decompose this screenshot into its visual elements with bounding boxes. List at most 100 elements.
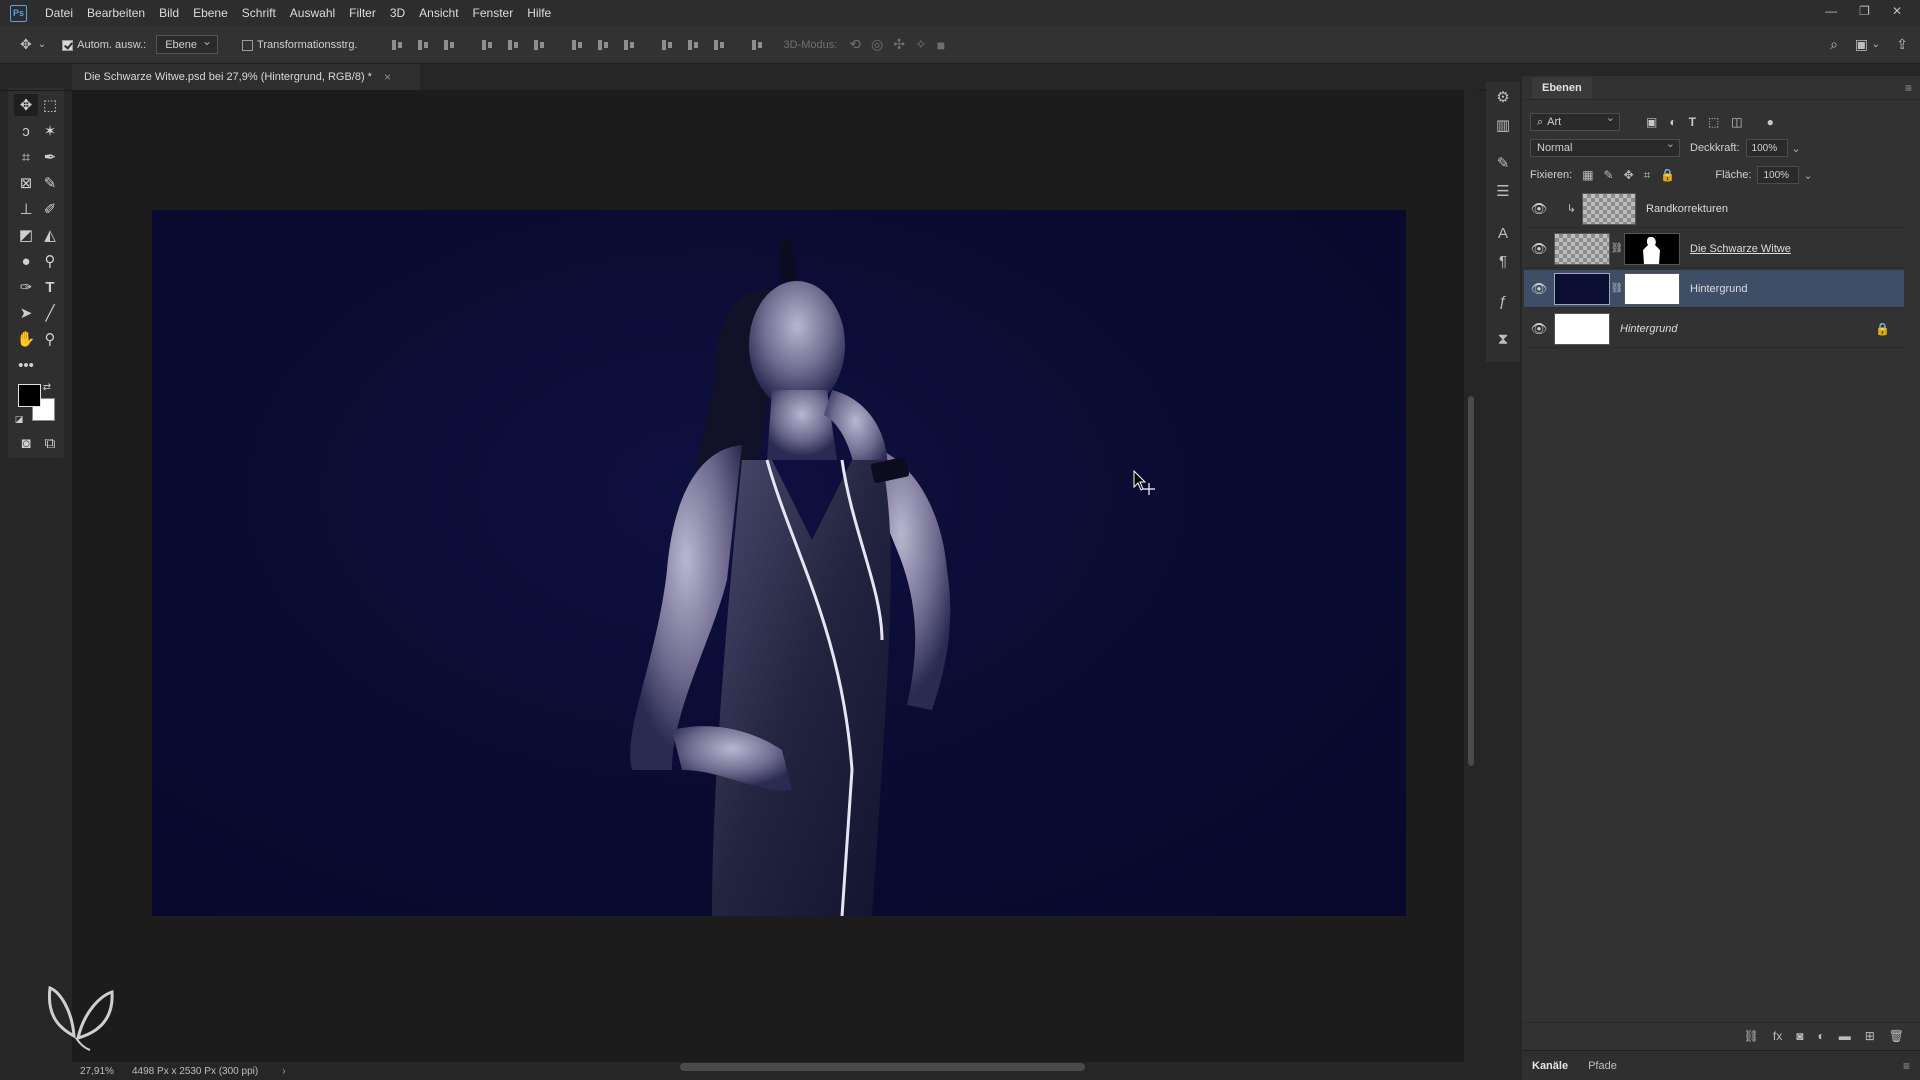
fill-dropdown-icon[interactable]: ⌄	[1803, 169, 1812, 182]
filter-shape-icon[interactable]: ⬚	[1708, 115, 1719, 129]
transform-controls-checkbox[interactable]	[242, 40, 254, 51]
auto-select-target-dropdown[interactable]: Ebene	[156, 34, 219, 54]
minimize-icon[interactable]: —	[1825, 4, 1837, 18]
lock-image-icon[interactable]: ✎	[1604, 168, 1614, 182]
menu-bild[interactable]: Bild	[159, 6, 179, 20]
lock-artboard-icon[interactable]: ⌗	[1644, 168, 1651, 183]
magic-wand-tool-icon[interactable]: ✶	[38, 120, 62, 142]
align-top-icon[interactable]	[390, 38, 404, 52]
move-tool-icon[interactable]: ✥	[20, 36, 32, 53]
share-icon[interactable]: ⇪	[1896, 36, 1908, 53]
distribute-right-icon[interactable]	[712, 38, 726, 52]
3d-slide-icon[interactable]: ✧	[915, 36, 927, 53]
layer-filter-dropdown[interactable]: ⌕ Art	[1530, 111, 1620, 131]
layers-tab[interactable]: Ebenen	[1532, 77, 1592, 98]
workspace-chevron-icon[interactable]: ⌄	[1872, 39, 1880, 50]
3d-roll-icon[interactable]: ◎	[871, 36, 883, 53]
frame-tool-icon[interactable]: ⊠	[14, 172, 38, 194]
visibility-eye-icon[interactable]: 👁	[1524, 241, 1554, 257]
menu-schrift[interactable]: Schrift	[242, 6, 276, 20]
filter-smart-object-icon[interactable]: ◫	[1731, 115, 1742, 129]
path-selection-tool-icon[interactable]: ➤	[14, 302, 38, 324]
type-tool-icon[interactable]: T	[38, 276, 62, 298]
mask-link-icon[interactable]: ⛓	[1610, 283, 1624, 294]
brush-panel-icon[interactable]: ✎	[1494, 154, 1512, 172]
close-window-icon[interactable]: ✕	[1892, 4, 1902, 18]
lock-transparent-icon[interactable]: ▦	[1582, 168, 1593, 182]
close-document-icon[interactable]: ×	[384, 70, 391, 84]
filter-toggle-icon[interactable]: ●	[1767, 115, 1774, 129]
vertical-scroll-thumb[interactable]	[1468, 396, 1474, 766]
menu-auswahl[interactable]: Auswahl	[290, 6, 335, 20]
document-tab[interactable]: Die Schwarze Witwe.psd bei 27,9% (Hinter…	[72, 64, 420, 90]
3d-orbit-icon[interactable]: ⟲	[849, 36, 861, 53]
panel-menu-icon[interactable]: ≡	[1905, 81, 1912, 95]
tool-preset-chevron-icon[interactable]: ⌄	[38, 39, 46, 50]
history-panel-icon[interactable]: ⧗	[1494, 330, 1512, 348]
move-tool-icon[interactable]: ✥	[14, 94, 38, 116]
adjustments-panel-icon[interactable]: ☰	[1494, 182, 1512, 200]
workspace-icon[interactable]: ▣	[1855, 36, 1868, 53]
3d-pan-icon[interactable]: ✣	[893, 36, 905, 53]
marquee-tool-icon[interactable]: ⬚	[38, 94, 62, 116]
filter-type-icon[interactable]: T	[1689, 115, 1696, 129]
distribute-top-icon[interactable]	[570, 38, 584, 52]
menu-fenster[interactable]: Fenster	[473, 6, 514, 20]
filter-pixel-icon[interactable]: ▣	[1646, 115, 1657, 129]
new-adjustment-layer-icon[interactable]: ◐	[1817, 1029, 1824, 1043]
horizontal-scroll-thumb[interactable]	[680, 1063, 1085, 1071]
menu-datei[interactable]: Datei	[45, 6, 73, 20]
fill-field[interactable]: 100%	[1757, 166, 1800, 184]
menu-3d[interactable]: 3D	[390, 6, 405, 20]
styles-panel-icon[interactable]: ƒ	[1494, 292, 1512, 310]
zoom-level[interactable]: 27,91%	[72, 1066, 124, 1077]
auto-align-icon[interactable]	[750, 38, 764, 52]
visibility-eye-icon[interactable]: 👁	[1524, 201, 1554, 217]
foreground-color-swatch[interactable]	[18, 384, 41, 407]
restore-icon[interactable]: ❐	[1859, 4, 1870, 18]
add-mask-icon[interactable]: ◙	[1796, 1029, 1803, 1043]
hand-tool-icon[interactable]: ✋	[14, 328, 38, 350]
layer-mask-thumbnail[interactable]	[1624, 272, 1680, 305]
stamp-tool-icon[interactable]: ⊥	[14, 198, 38, 220]
menu-bearbeiten[interactable]: Bearbeiten	[87, 6, 145, 20]
distribute-vcenter-icon[interactable]	[596, 38, 610, 52]
status-menu-arrow-icon[interactable]: ›	[282, 1066, 285, 1077]
3d-scale-icon[interactable]: ■	[937, 37, 945, 53]
eraser-tool-icon[interactable]: ◩	[14, 224, 38, 246]
lasso-tool-icon[interactable]: ↄ	[14, 120, 38, 142]
layer-row-selected[interactable]: 👁 ⛓ Hintergrund	[1524, 270, 1904, 308]
filter-adjustment-icon[interactable]: ◐	[1669, 115, 1676, 129]
quick-mask-icon[interactable]: ◙	[14, 432, 38, 454]
search-icon[interactable]: ⌕	[1830, 36, 1838, 53]
document-image[interactable]	[152, 210, 1406, 916]
bottom-panel-menu-icon[interactable]: ≡	[1903, 1059, 1910, 1073]
align-left-icon[interactable]	[480, 38, 494, 52]
mask-link-icon[interactable]: ⛓	[1610, 243, 1624, 254]
menu-ansicht[interactable]: Ansicht	[419, 6, 458, 20]
visibility-eye-icon[interactable]: 👁	[1524, 281, 1554, 297]
align-hcenter-icon[interactable]	[506, 38, 520, 52]
lock-all-icon[interactable]: 🔒	[1660, 168, 1675, 182]
layer-row[interactable]: 👁 Hintergrund 🔒	[1524, 310, 1904, 348]
new-layer-icon[interactable]: ⊞	[1865, 1029, 1875, 1043]
distribute-hcenter-icon[interactable]	[686, 38, 700, 52]
opacity-field[interactable]: 100%	[1745, 139, 1788, 157]
tab-pfade[interactable]: Pfade	[1578, 1060, 1627, 1072]
menu-filter[interactable]: Filter	[349, 6, 376, 20]
new-group-icon[interactable]: ▬	[1839, 1029, 1851, 1043]
opacity-dropdown-icon[interactable]: ⌄	[1792, 142, 1801, 155]
menu-ebene[interactable]: Ebene	[193, 6, 228, 20]
layer-lock-icon[interactable]: 🔒	[1875, 322, 1890, 336]
pen-tool-icon[interactable]: ✑	[14, 276, 38, 298]
blur-tool-icon[interactable]: ●	[14, 250, 38, 272]
tab-kanaele[interactable]: Kanäle	[1522, 1060, 1578, 1072]
line-tool-icon[interactable]: ╱	[38, 302, 62, 324]
layer-row[interactable]: 👁 ⛓ Die Schwarze Witwe	[1524, 230, 1904, 268]
swap-colors-icon[interactable]: ⇄	[40, 380, 54, 394]
crop-tool-icon[interactable]: ⌗	[14, 146, 38, 168]
properties-panel-icon[interactable]: ⚙	[1494, 88, 1512, 106]
align-vcenter-icon[interactable]	[416, 38, 430, 52]
align-right-icon[interactable]	[532, 38, 546, 52]
default-colors-icon[interactable]: ◪	[12, 412, 26, 426]
